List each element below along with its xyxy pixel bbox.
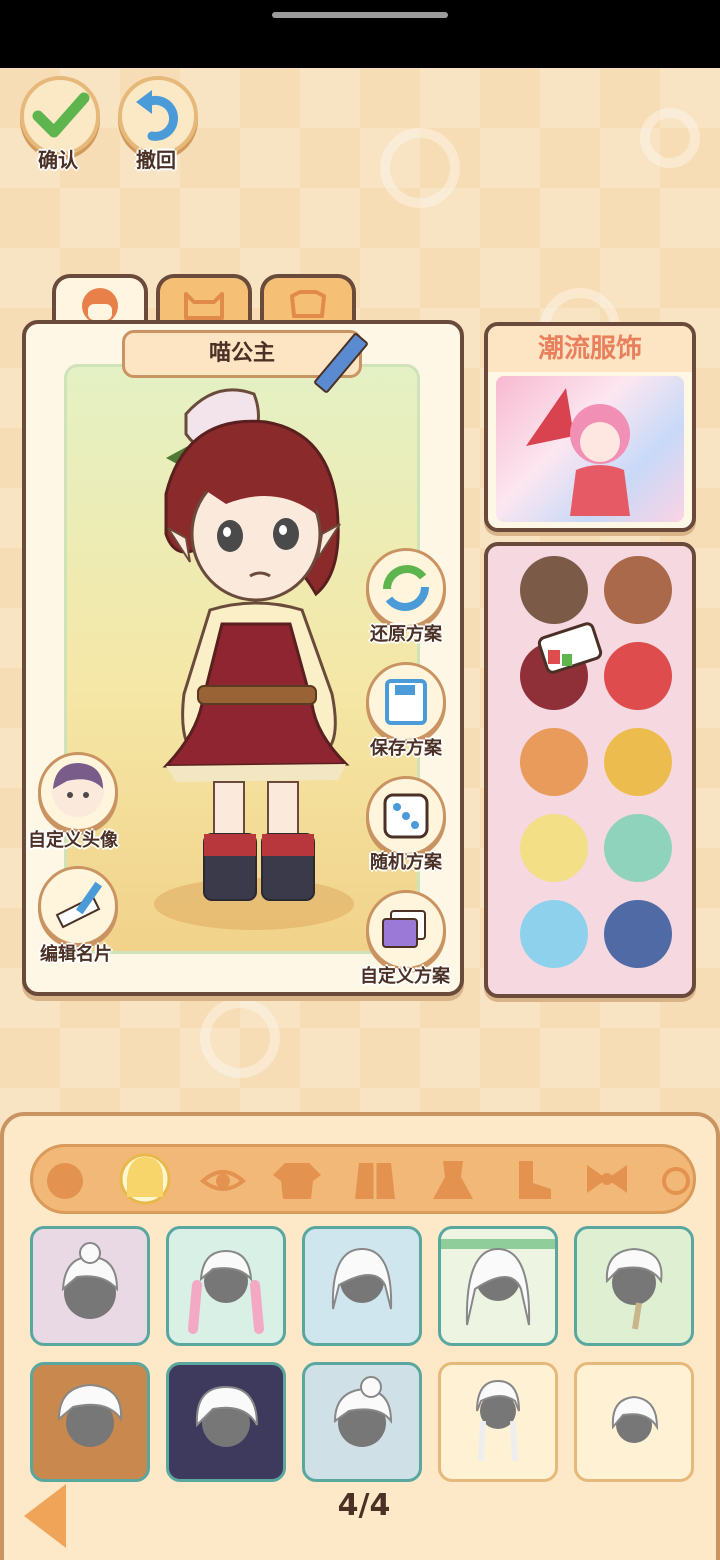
color-swatch[interactable]: [520, 556, 588, 624]
hair-item-card[interactable]: [166, 1226, 286, 1346]
edit-card-label: 编辑名片: [40, 944, 112, 965]
dice-icon: [383, 793, 429, 839]
fashion-panel[interactable]: 潮流服饰: [484, 322, 696, 532]
hair-item-card[interactable]: [574, 1226, 694, 1346]
fashion-preview-image: [496, 376, 684, 522]
check-icon: [32, 92, 90, 138]
color-swatch[interactable]: [604, 814, 672, 882]
confirm-label: 确认: [38, 148, 78, 172]
custom-plan-label: 自定义方案: [360, 966, 450, 987]
custom-avatar-button[interactable]: [38, 752, 118, 832]
hair-item-card[interactable]: [438, 1362, 558, 1482]
undo-label: 撤回: [136, 148, 176, 172]
refresh-icon: [383, 565, 429, 611]
avatar-icon: [52, 763, 104, 817]
restore-button[interactable]: [366, 548, 446, 628]
gesture-pill: [272, 12, 448, 18]
restore-label: 还原方案: [370, 624, 442, 645]
hair-item-card[interactable]: [166, 1362, 286, 1482]
dress-category-icon[interactable]: [427, 1157, 479, 1203]
paint-bucket-icon: [537, 622, 603, 674]
hair-item-card[interactable]: [30, 1226, 150, 1346]
hair-item-card[interactable]: [438, 1226, 558, 1346]
custom-plan-button[interactable]: [366, 890, 446, 970]
color-swatch[interactable]: [520, 900, 588, 968]
previous-page-button[interactable]: [24, 1484, 66, 1548]
face-shape-category-icon[interactable]: [39, 1157, 91, 1203]
outfit-cards-icon: [382, 910, 426, 948]
accessory-category-icon[interactable]: [581, 1157, 633, 1203]
page-indicator: 4/4: [337, 1488, 391, 1523]
color-swatch[interactable]: [604, 728, 672, 796]
top-category-icon[interactable]: [271, 1157, 323, 1203]
character-panel: 喵公主 还原方案 保存方案 随机方案 自定义方案 自定义头像 编辑名片: [22, 320, 464, 996]
status-bar: [0, 0, 720, 68]
floppy-disk-icon: [385, 679, 427, 725]
random-label: 随机方案: [370, 852, 442, 873]
shoes-category-icon[interactable]: [507, 1157, 559, 1203]
color-swatch[interactable]: [604, 556, 672, 624]
hair-item-card[interactable]: [574, 1362, 694, 1482]
fashion-title: 潮流服饰: [488, 326, 692, 372]
color-swatch[interactable]: [604, 642, 672, 710]
color-swatch[interactable]: [604, 900, 672, 968]
color-swatch[interactable]: [520, 814, 588, 882]
edit-card-icon: [55, 881, 103, 929]
save-label: 保存方案: [370, 738, 442, 759]
hair-item-card[interactable]: [302, 1362, 422, 1482]
undo-icon: [136, 90, 178, 141]
custom-avatar-label: 自定义头像: [28, 830, 118, 851]
sun-decoration: [380, 128, 460, 208]
edit-card-button[interactable]: [38, 866, 118, 946]
color-palette-panel: [484, 542, 696, 998]
category-bar: [30, 1144, 696, 1214]
sun-decoration: [200, 998, 280, 1078]
color-swatch[interactable]: [520, 728, 588, 796]
hair-item-card[interactable]: [30, 1362, 150, 1482]
save-button[interactable]: [366, 662, 446, 742]
hair-category-icon[interactable]: [117, 1149, 171, 1205]
coat-category-icon[interactable]: [349, 1157, 401, 1203]
wardrobe-panel: 4/4: [0, 1112, 720, 1560]
eyes-category-icon[interactable]: [197, 1157, 249, 1203]
character-figure[interactable]: [126, 374, 366, 934]
sun-decoration: [640, 108, 700, 168]
hair-item-card[interactable]: [302, 1226, 422, 1346]
random-button[interactable]: [366, 776, 446, 856]
dressup-screen: 确认 撤回 喵公主 还原方案 保存方案 随机方案 自定义方案 自定义头像 编辑名…: [0, 68, 720, 1560]
more-category-icon[interactable]: [661, 1157, 691, 1203]
